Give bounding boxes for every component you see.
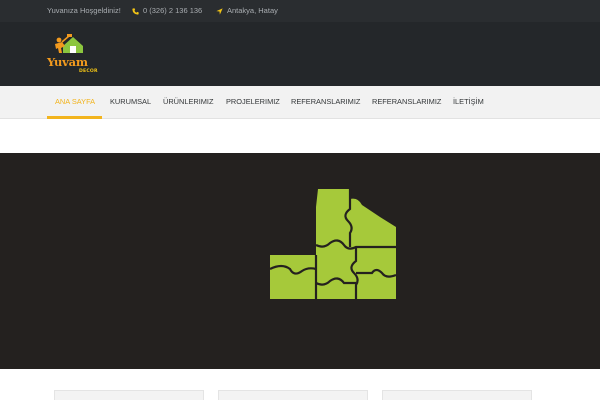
feature-card [382, 390, 532, 400]
feature-card [218, 390, 368, 400]
main-navigation: ANA SAYFA KURUMSAL ÜRÜNLERIMIZ PROJELERI… [0, 86, 600, 119]
welcome-text: Yuvanıza Hoşgeldiniz! [47, 6, 121, 15]
nav-item-kurumsal[interactable]: KURUMSAL [110, 86, 151, 119]
logo-text: Yuvam [47, 55, 88, 69]
puzzle-house-icon [269, 189, 397, 299]
site-header: Yuvam DECOR [0, 22, 600, 86]
feature-card [54, 390, 204, 400]
nav-active-indicator [47, 116, 102, 119]
nav-item-projelerimiz[interactable]: PROJELERIMIZ [226, 86, 280, 119]
location-arrow-icon [216, 7, 223, 15]
phone-contact[interactable]: 0 (326) 2 136 136 [132, 0, 202, 22]
nav-item-iletisim[interactable]: İLETİŞİM [453, 86, 484, 119]
nav-item-urunlerimiz[interactable]: ÜRÜNLERIMIZ [163, 86, 214, 119]
location-text: Antakya, Hatay [227, 6, 278, 15]
phone-icon [132, 7, 139, 15]
logo-tagline: DECOR [79, 69, 98, 74]
nav-item-referanslarimiz-2[interactable]: REFERANSLARIMIZ [372, 86, 441, 119]
nav-item-ana-sayfa[interactable]: ANA SAYFA [55, 86, 95, 119]
phone-number: 0 (326) 2 136 136 [143, 6, 203, 15]
top-bar: Yuvanıza Hoşgeldiniz! 0 (326) 2 136 136 … [0, 0, 600, 22]
nav-item-referanslarimiz[interactable]: REFERANSLARIMIZ [291, 86, 360, 119]
site-logo[interactable]: Yuvam DECOR [47, 32, 99, 76]
location-info: Antakya, Hatay [216, 0, 278, 22]
